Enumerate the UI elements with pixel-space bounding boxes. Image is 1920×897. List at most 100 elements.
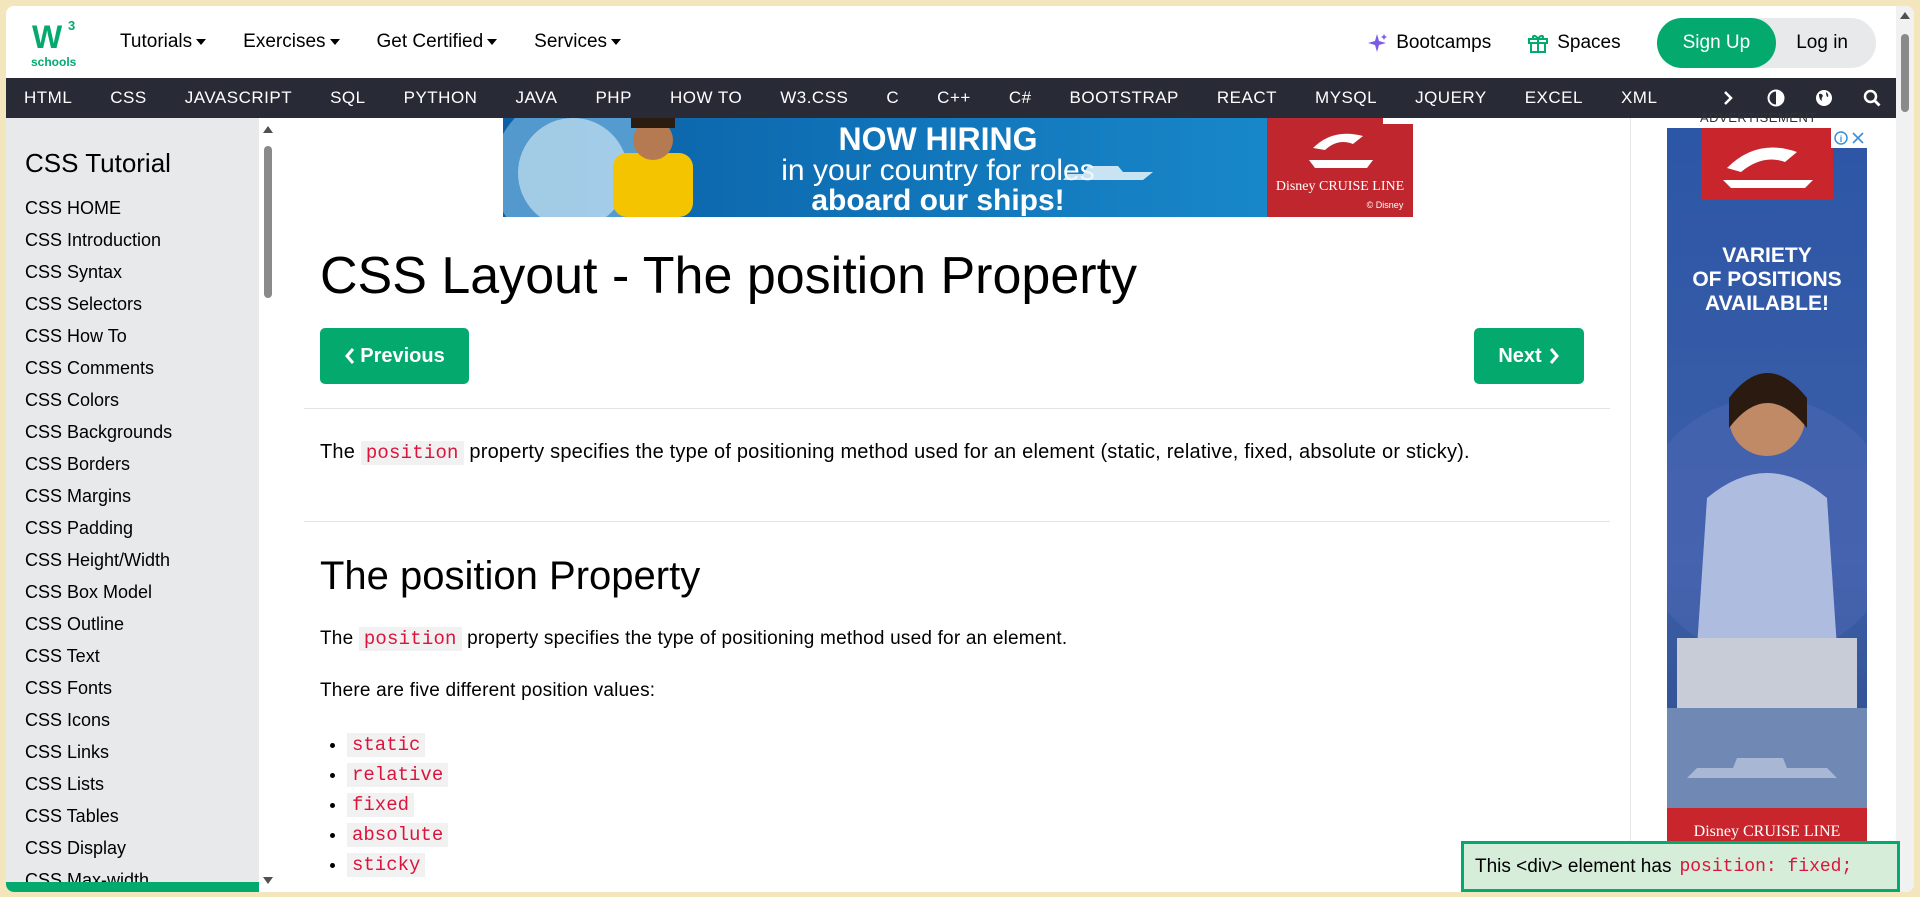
svg-text:W: W — [32, 19, 63, 55]
sidebar-item[interactable]: CSS Margins — [25, 480, 172, 512]
top-bar: W 3 schools Tutorials Exercises Get Cert… — [6, 6, 1896, 78]
top-advertisement[interactable]: NOW HIRING in your country for roles abo… — [503, 118, 1413, 217]
divider — [304, 521, 1610, 522]
nav-xml[interactable]: XML — [1602, 88, 1676, 108]
sidebar-scroll-thumb[interactable] — [264, 146, 272, 298]
scroll-up-arrow-icon[interactable] — [263, 126, 273, 133]
sidebar-item[interactable]: CSS Box Model — [25, 576, 172, 608]
sidebar-item[interactable]: CSS Lists — [25, 768, 172, 800]
globe-icon[interactable] — [1800, 89, 1848, 107]
page-scrollbar[interactable] — [1896, 6, 1914, 892]
inline-code: position: fixed; — [1679, 856, 1853, 877]
sidebar-item[interactable]: CSS Comments — [25, 352, 172, 384]
bootcamps-link[interactable]: Bootcamps — [1368, 32, 1491, 54]
sidebar-title: CSS Tutorial — [25, 148, 171, 178]
chevron-right-icon[interactable] — [1704, 90, 1752, 106]
sidebar-item[interactable]: CSS Colors — [25, 384, 172, 416]
sidebar-active-item[interactable] — [6, 882, 259, 892]
nav-jquery[interactable]: JQUERY — [1396, 88, 1506, 108]
sidebar-item[interactable]: CSS Links — [25, 736, 172, 768]
sidebar-item[interactable]: CSS Padding — [25, 512, 172, 544]
sidebar-item[interactable]: CSS HOME — [25, 192, 172, 224]
sidebar-item[interactable]: CSS Borders — [25, 448, 172, 480]
list-item: fixed — [347, 790, 448, 820]
list-item: relative — [347, 760, 449, 790]
sparkle-icon — [1368, 34, 1388, 52]
caret-down-icon — [611, 39, 622, 45]
menu-get-certified[interactable]: Get Certified — [377, 31, 498, 53]
gift-icon — [1528, 35, 1549, 53]
inline-code: position — [360, 441, 464, 465]
chevron-left-icon — [345, 348, 355, 364]
log-in-button[interactable]: Log in — [1776, 32, 1876, 54]
sidebar-item[interactable]: CSS Fonts — [25, 672, 172, 704]
nav-csharp[interactable]: C# — [990, 88, 1051, 108]
nav-cpp[interactable]: C++ — [918, 88, 990, 108]
nav-how-to[interactable]: HOW TO — [651, 88, 761, 108]
sidebar-item[interactable]: CSS Introduction — [25, 224, 172, 256]
menu-tutorials[interactable]: Tutorials — [120, 31, 207, 53]
caret-down-icon — [196, 39, 207, 45]
nav-css[interactable]: CSS — [91, 88, 165, 108]
top-menu: Tutorials Exercises Get Certified Servic… — [120, 6, 658, 78]
nav-python[interactable]: PYTHON — [385, 88, 497, 108]
ad-top-brand: Disney CRUISE LINE — [1276, 179, 1404, 194]
sign-up-button[interactable]: Sign Up — [1656, 18, 1777, 68]
top-right-links: Bootcamps Spaces Sign Up Log in — [1368, 18, 1876, 68]
next-button[interactable]: Next — [1474, 328, 1584, 384]
list-item: absolute — [347, 820, 449, 850]
scroll-down-arrow-icon[interactable] — [263, 877, 273, 884]
sidebar-item[interactable]: CSS How To — [25, 320, 172, 352]
sidebar-item[interactable]: CSS Height/Width — [25, 544, 172, 576]
sidebar-item[interactable]: CSS Syntax — [25, 256, 172, 288]
ad-top-line2: in your country for roles — [781, 154, 1094, 187]
nav-php[interactable]: PHP — [576, 88, 650, 108]
ad-right-brand: Disney CRUISE LINE — [1694, 823, 1841, 840]
sidebar-item[interactable]: CSS Display — [25, 832, 172, 864]
sidebar-item[interactable]: CSS Backgrounds — [25, 416, 172, 448]
contrast-icon[interactable] — [1752, 89, 1800, 107]
nav-react[interactable]: REACT — [1198, 88, 1296, 108]
page-title: CSS Layout - The position Property — [320, 247, 1138, 305]
fixed-position-demo: This <div> element has position: fixed; — [1461, 841, 1900, 892]
caret-down-icon — [329, 39, 340, 45]
logo-number: 3 — [68, 18, 75, 33]
nav-c[interactable]: C — [867, 88, 918, 108]
divider — [304, 408, 1610, 409]
ad-top-line3: aboard our ships! — [811, 184, 1064, 217]
right-ad-column: ADVERTISEMENT VARIETY OF POSITIONS AVAIL… — [1630, 110, 1896, 892]
sidebar-list: CSS HOME CSS Introduction CSS Syntax CSS… — [25, 192, 172, 892]
logo-sub: schools — [31, 55, 77, 68]
ad-top-line1: NOW HIRING — [838, 121, 1037, 157]
previous-button[interactable]: Previous — [320, 328, 469, 384]
menu-exercises[interactable]: Exercises — [243, 31, 340, 53]
svg-text:AVAILABLE!: AVAILABLE! — [1705, 292, 1829, 315]
page-scroll-thumb[interactable] — [1901, 34, 1909, 112]
scroll-up-arrow-icon[interactable] — [1900, 12, 1910, 19]
nav-w3css[interactable]: W3.CSS — [761, 88, 867, 108]
nav-java[interactable]: JAVA — [496, 88, 576, 108]
w3schools-logo[interactable]: W 3 schools — [28, 16, 82, 69]
menu-services[interactable]: Services — [534, 31, 622, 53]
auth-pill: Sign Up Log in — [1656, 18, 1876, 68]
spaces-link[interactable]: Spaces — [1527, 32, 1621, 54]
list-item: static — [347, 730, 448, 760]
sidebar-item[interactable]: CSS Outline — [25, 608, 172, 640]
svg-text:i: i — [1840, 134, 1843, 144]
sidebar-item[interactable]: CSS Text — [25, 640, 172, 672]
nav-sql[interactable]: SQL — [311, 88, 385, 108]
sidebar-item[interactable]: CSS Selectors — [25, 288, 172, 320]
nav-javascript[interactable]: JAVASCRIPT — [166, 88, 311, 108]
sidebar-item[interactable]: CSS Icons — [25, 704, 172, 736]
nav-bootstrap[interactable]: BOOTSTRAP — [1051, 88, 1198, 108]
nav-mysql[interactable]: MYSQL — [1296, 88, 1396, 108]
sidebar-scrollbar[interactable] — [259, 118, 277, 892]
sidebar-item[interactable]: CSS Tables — [25, 800, 172, 832]
nav-html[interactable]: HTML — [6, 88, 91, 108]
inline-code: position — [358, 627, 462, 651]
nav-excel[interactable]: EXCEL — [1506, 88, 1602, 108]
search-icon[interactable] — [1848, 89, 1896, 107]
intro-paragraph: The position property specifies the type… — [320, 441, 1470, 465]
right-advertisement[interactable]: VARIETY OF POSITIONS AVAILABLE! Disney C… — [1667, 128, 1867, 848]
ad-top-brand-sub: © Disney — [1367, 200, 1404, 210]
